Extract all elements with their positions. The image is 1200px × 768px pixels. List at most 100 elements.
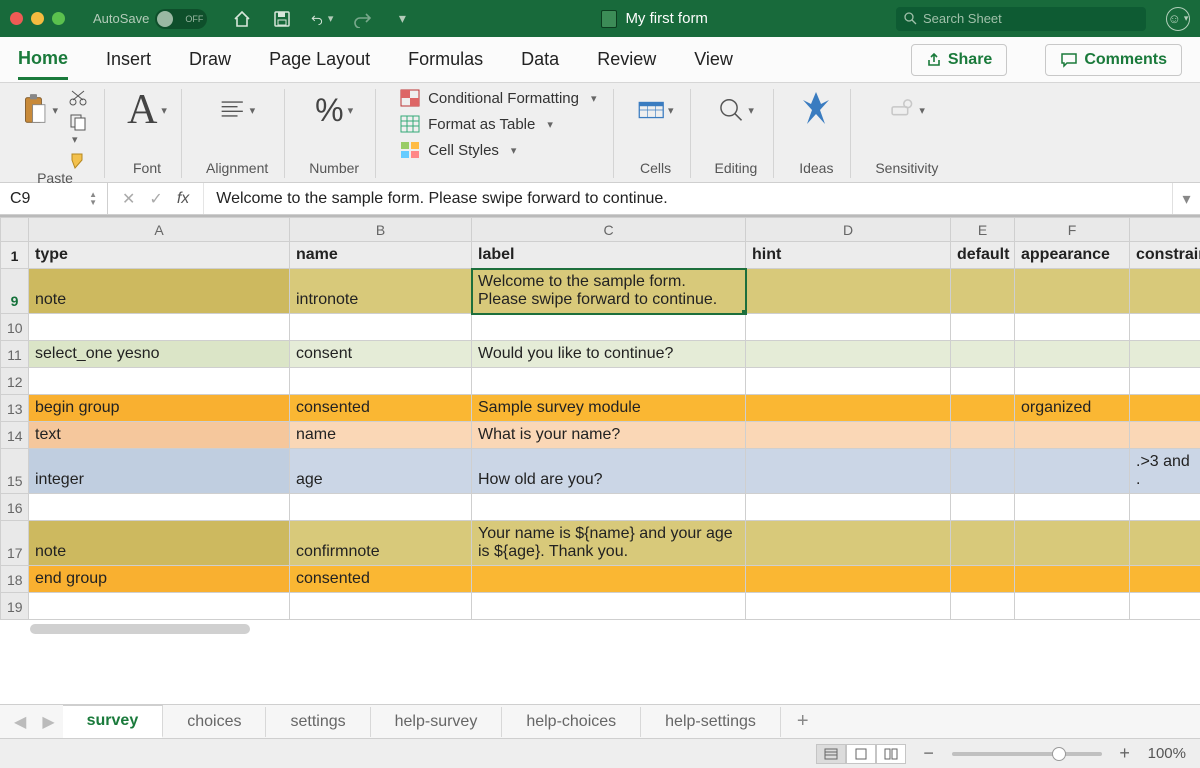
sheet-tab-help-survey[interactable]: help-survey — [371, 707, 503, 737]
view-page-break-icon[interactable] — [876, 744, 906, 764]
cell[interactable]: intronote — [290, 269, 472, 314]
sheet-tab-choices[interactable]: choices — [163, 707, 266, 737]
cell[interactable] — [746, 494, 951, 521]
cell[interactable] — [951, 341, 1015, 368]
cell[interactable]: label — [472, 242, 746, 269]
conditional-formatting-button[interactable]: Conditional Formatting▾ — [400, 89, 596, 107]
cell[interactable] — [746, 422, 951, 449]
table-row[interactable]: 13begin groupconsentedSample survey modu… — [1, 395, 1200, 422]
qat-overflow-icon[interactable]: ▾ — [391, 8, 413, 30]
sheet-tab-help-settings[interactable]: help-settings — [641, 707, 781, 737]
row-header[interactable]: 13 — [1, 395, 29, 422]
cell[interactable] — [472, 368, 746, 395]
col-G[interactable] — [1130, 218, 1200, 242]
row-header[interactable]: 1 — [1, 242, 29, 269]
cell[interactable] — [951, 422, 1015, 449]
table-row[interactable]: 19 — [1, 593, 1200, 620]
zoom-slider[interactable] — [952, 752, 1102, 756]
cell[interactable]: organized — [1015, 395, 1130, 422]
close-window-icon[interactable] — [10, 12, 23, 25]
cell[interactable] — [951, 314, 1015, 341]
cancel-edit-icon[interactable]: ✕ — [122, 189, 135, 209]
group-font[interactable]: A▾ Font — [119, 89, 182, 178]
cell[interactable]: confirmnote — [290, 521, 472, 566]
cell[interactable] — [290, 314, 472, 341]
save-icon[interactable] — [271, 8, 293, 30]
cell[interactable] — [746, 593, 951, 620]
cell[interactable]: note — [29, 521, 290, 566]
cell[interactable]: Would you like to continue? — [472, 341, 746, 368]
cell[interactable] — [290, 494, 472, 521]
cell[interactable]: name — [290, 242, 472, 269]
table-row[interactable]: 15integerageHow old are you?.>3 and . — [1, 449, 1200, 494]
row-header[interactable]: 16 — [1, 494, 29, 521]
cell[interactable] — [951, 395, 1015, 422]
spreadsheet-grid[interactable]: A B C D E F 1typenamelabelhintdefaultapp… — [0, 215, 1200, 704]
format-painter-icon[interactable] — [68, 152, 88, 170]
zoom-out-button[interactable]: − — [920, 743, 938, 764]
tab-view[interactable]: View — [694, 41, 733, 78]
row-header[interactable]: 14 — [1, 422, 29, 449]
row-header[interactable]: 11 — [1, 341, 29, 368]
paste-icon[interactable]: ▾ — [22, 89, 58, 131]
cell[interactable]: age — [290, 449, 472, 494]
cell[interactable]: end group — [29, 566, 290, 593]
cell[interactable] — [951, 269, 1015, 314]
group-editing[interactable]: ▾ Editing — [705, 89, 775, 178]
table-row[interactable]: 17noteconfirmnoteYour name is ${name} an… — [1, 521, 1200, 566]
formula-input[interactable]: Welcome to the sample form. Please swipe… — [204, 190, 1172, 208]
cell[interactable] — [746, 269, 951, 314]
fx-icon[interactable]: fx — [177, 190, 189, 208]
cell[interactable] — [746, 566, 951, 593]
cell[interactable]: integer — [29, 449, 290, 494]
cell[interactable]: appearance — [1015, 242, 1130, 269]
cell[interactable]: consented — [290, 395, 472, 422]
table-row[interactable]: 12 — [1, 368, 1200, 395]
copy-icon[interactable]: ▾ — [68, 113, 88, 146]
cell[interactable] — [29, 494, 290, 521]
cell[interactable] — [746, 449, 951, 494]
group-ideas[interactable]: Ideas — [788, 89, 851, 178]
cell[interactable]: constraint — [1130, 242, 1200, 269]
name-box[interactable]: C9 ▲▼ — [0, 183, 108, 214]
tab-formulas[interactable]: Formulas — [408, 41, 483, 78]
cell-styles-button[interactable]: Cell Styles▾ — [400, 141, 596, 159]
cell[interactable] — [951, 368, 1015, 395]
cell[interactable] — [1015, 341, 1130, 368]
cell[interactable] — [1015, 494, 1130, 521]
cell[interactable] — [1015, 449, 1130, 494]
zoom-level[interactable]: 100% — [1148, 745, 1186, 762]
autosave-toggle[interactable]: AutoSave OFF — [93, 9, 207, 29]
tab-draw[interactable]: Draw — [189, 41, 231, 78]
view-switcher[interactable] — [816, 744, 906, 764]
cell[interactable] — [1130, 368, 1200, 395]
cell[interactable] — [1130, 593, 1200, 620]
cell[interactable] — [472, 566, 746, 593]
cell[interactable] — [1015, 521, 1130, 566]
cell[interactable]: type — [29, 242, 290, 269]
row-header[interactable]: 12 — [1, 368, 29, 395]
cell[interactable] — [1130, 494, 1200, 521]
zoom-in-button[interactable]: + — [1116, 743, 1134, 764]
cell[interactable] — [951, 593, 1015, 620]
cell[interactable] — [1015, 269, 1130, 314]
view-page-layout-icon[interactable] — [846, 744, 876, 764]
undo-icon[interactable]: ▾ — [311, 8, 333, 30]
cell[interactable] — [1015, 368, 1130, 395]
cell[interactable]: .>3 and . — [1130, 449, 1200, 494]
cell[interactable] — [951, 494, 1015, 521]
table-row[interactable]: 18end groupconsented — [1, 566, 1200, 593]
cell[interactable]: name — [290, 422, 472, 449]
cell[interactable] — [746, 341, 951, 368]
col-A[interactable]: A — [29, 218, 290, 242]
row-header[interactable]: 18 — [1, 566, 29, 593]
group-cells[interactable]: ▾ Cells — [628, 89, 691, 178]
cell[interactable] — [1015, 566, 1130, 593]
col-D[interactable]: D — [746, 218, 951, 242]
cell[interactable]: Sample survey module — [472, 395, 746, 422]
table-row[interactable]: 9noteintronoteWelcome to the sample form… — [1, 269, 1200, 314]
select-all-corner[interactable] — [1, 218, 29, 242]
cell[interactable]: What is your name? — [472, 422, 746, 449]
minimize-window-icon[interactable] — [31, 12, 44, 25]
cell[interactable]: Your name is ${name} and your age is ${a… — [472, 521, 746, 566]
